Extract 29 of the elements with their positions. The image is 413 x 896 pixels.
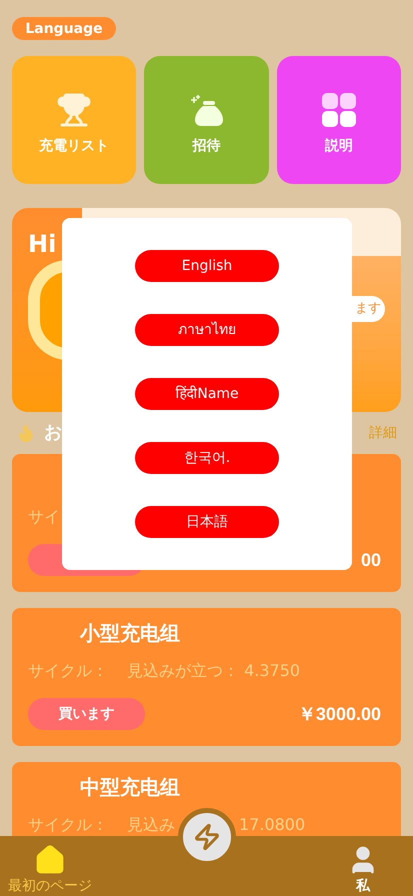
lightning-icon	[192, 823, 220, 851]
nav-tab[interactable]: 最初のページ	[0, 836, 100, 896]
menu-tile[interactable]: 招待	[144, 56, 269, 184]
cycle-label: サイ	[28, 506, 61, 528]
greeting: Hi	[28, 229, 56, 260]
language-option[interactable]: हिंदीName	[135, 378, 279, 410]
language-option[interactable]: ภาษาไทย	[135, 314, 279, 346]
cycle-label: サイクル：	[28, 814, 109, 836]
product-title: 中型充电组	[80, 774, 180, 801]
grid-icon	[320, 92, 357, 128]
price: 00	[360, 549, 381, 572]
expected-return: 見込み	[127, 814, 175, 836]
money-bag-icon	[188, 92, 224, 128]
language-option[interactable]: 日本語	[135, 506, 279, 538]
language-option[interactable]: English	[135, 250, 279, 282]
menu-tile[interactable]: 説明	[276, 56, 401, 184]
buy-button[interactable]: 買います	[28, 698, 145, 730]
home-icon	[34, 844, 66, 876]
language-button[interactable]: Language	[12, 17, 116, 40]
product-title: 小型充电组	[80, 620, 180, 647]
section-title: お	[44, 421, 62, 445]
price: ￥3000.00	[298, 703, 381, 726]
nav-tab[interactable]: 私	[313, 836, 413, 896]
cycle-label: サイクル：	[28, 660, 109, 682]
language-option[interactable]: 한국어.	[135, 442, 279, 474]
expected-value: 17.0800	[239, 814, 306, 836]
expected-return: 見込みが立つ： 4.3750	[127, 660, 300, 682]
menu-tile[interactable]: 充電リスト	[12, 56, 136, 184]
trophy-icon	[56, 92, 92, 128]
